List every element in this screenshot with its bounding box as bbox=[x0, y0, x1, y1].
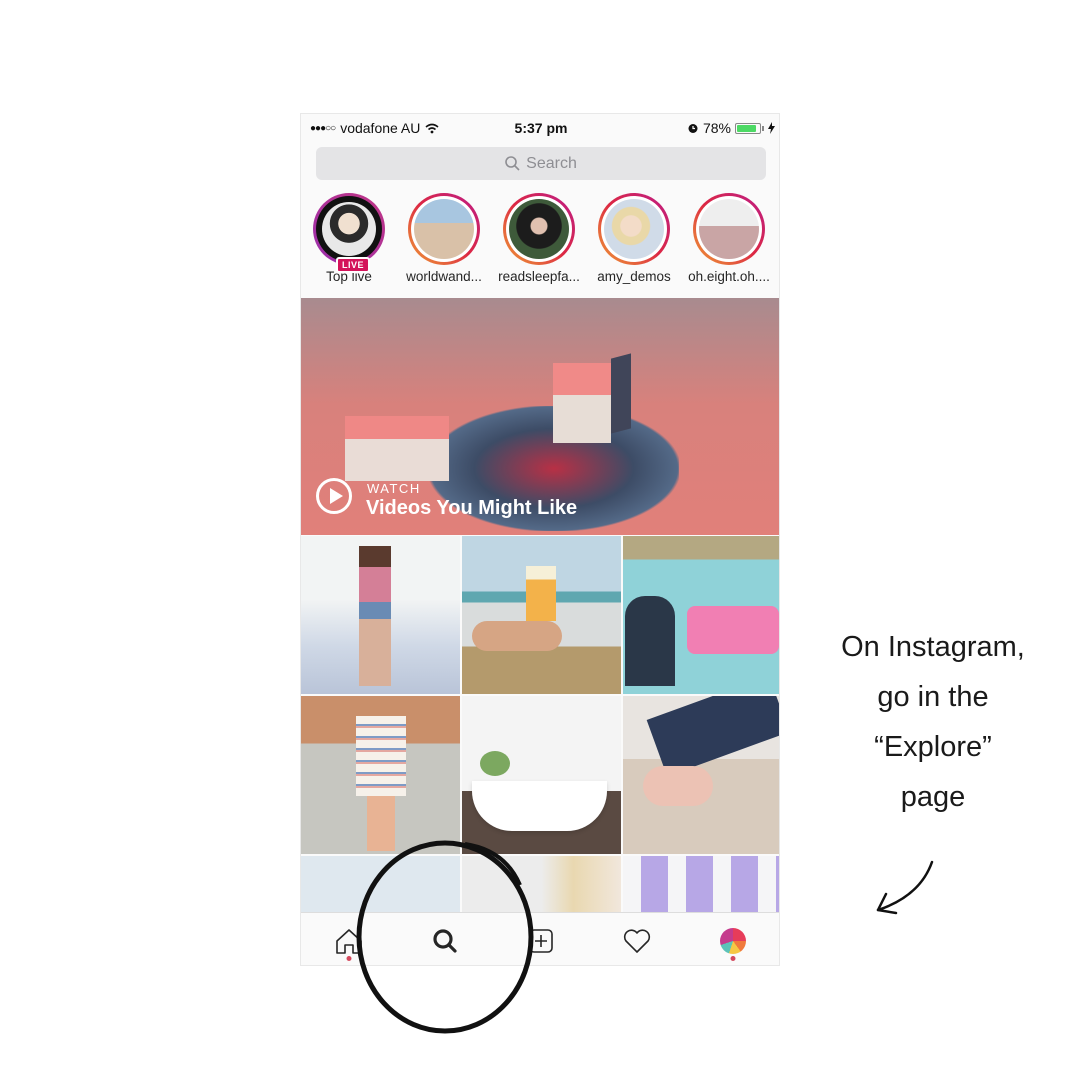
search-bar[interactable]: Search bbox=[316, 147, 766, 180]
story-avatar bbox=[699, 199, 759, 259]
story-avatar bbox=[604, 199, 664, 259]
status-bar: ●●●○○ vodafone AU 5:37 pm 78% bbox=[301, 114, 779, 142]
arrow-icon bbox=[876, 860, 934, 915]
annotation-line: “Explore” bbox=[874, 731, 992, 763]
profile-avatar bbox=[720, 927, 746, 954]
story-label: amy_demos bbox=[597, 269, 671, 284]
battery-percent: 78% bbox=[702, 120, 731, 136]
story-avatar bbox=[414, 199, 474, 259]
story-item[interactable]: readsleepfa... bbox=[493, 193, 585, 284]
stories-tray: LIVE Top live worldwand... readsleepfa..… bbox=[301, 189, 779, 294]
highlight-circle bbox=[356, 840, 534, 1034]
charging-icon bbox=[768, 122, 775, 134]
story-label: oh.eight.oh.... bbox=[688, 269, 770, 284]
grid-tile[interactable] bbox=[301, 536, 460, 694]
story-item[interactable]: amy_demos bbox=[588, 193, 680, 284]
story-item[interactable]: worldwand... bbox=[398, 193, 490, 284]
grid-tile[interactable] bbox=[623, 696, 779, 854]
story-avatar bbox=[509, 199, 569, 259]
alarm-icon bbox=[688, 124, 698, 133]
live-badge: LIVE bbox=[336, 257, 371, 273]
annotation-line: On Instagram, bbox=[841, 631, 1025, 663]
video-banner[interactable]: WATCH Videos You Might Like bbox=[301, 298, 779, 535]
story-avatar bbox=[322, 202, 376, 256]
search-icon bbox=[505, 156, 520, 171]
story-item[interactable]: oh.eight.oh.... bbox=[683, 193, 775, 284]
annotation-line: page bbox=[900, 781, 966, 813]
video-kicker: WATCH bbox=[367, 481, 421, 496]
tab-activity[interactable] bbox=[617, 921, 657, 961]
story-label: worldwand... bbox=[406, 269, 482, 284]
story-label: readsleepfa... bbox=[498, 269, 580, 284]
search-placeholder: Search bbox=[526, 154, 577, 172]
video-title: Videos You Might Like bbox=[366, 497, 578, 519]
play-icon[interactable] bbox=[316, 478, 352, 514]
notification-dot bbox=[730, 955, 736, 961]
story-top-live[interactable]: LIVE Top live bbox=[303, 193, 395, 284]
grid-tile[interactable] bbox=[623, 536, 779, 694]
tab-profile[interactable] bbox=[713, 921, 753, 961]
annotation-text: On Instagram, go in the “Explore” page bbox=[820, 622, 1046, 822]
battery-icon bbox=[735, 122, 761, 134]
heart-icon bbox=[623, 928, 651, 953]
annotation-line: go in the bbox=[877, 681, 989, 713]
grid-tile[interactable] bbox=[462, 536, 621, 694]
